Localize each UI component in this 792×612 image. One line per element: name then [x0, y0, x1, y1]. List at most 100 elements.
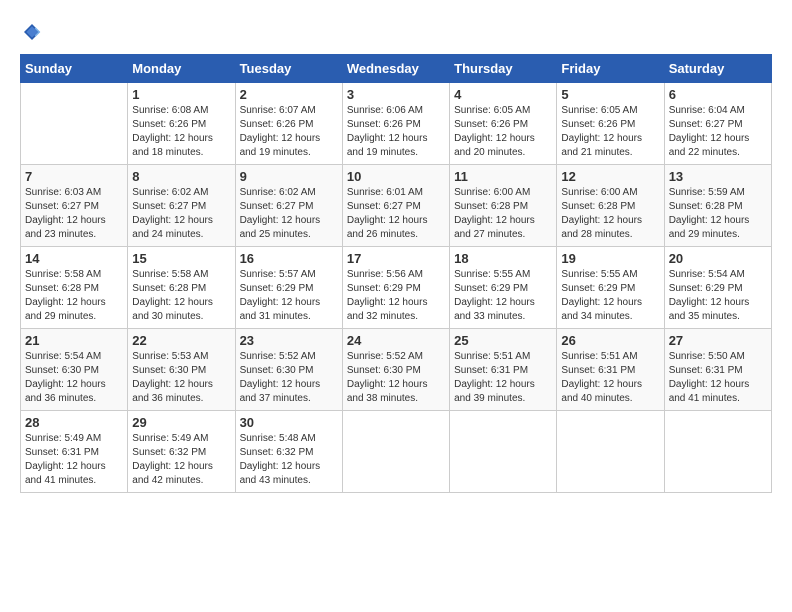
- day-info: Sunrise: 6:00 AM Sunset: 6:28 PM Dayligh…: [454, 186, 552, 242]
- calendar-cell: 2 Sunrise: 6:07 AM Sunset: 6:26 PM Daylig…: [235, 83, 342, 165]
- day-info: Sunrise: 5:48 AM Sunset: 6:32 PM Dayligh…: [240, 432, 338, 488]
- day-info: Sunrise: 5:55 AM Sunset: 6:29 PM Dayligh…: [454, 268, 552, 324]
- calendar-cell: 5 Sunrise: 6:05 AM Sunset: 6:26 PM Daylig…: [557, 83, 664, 165]
- day-info: Sunrise: 6:06 AM Sunset: 6:26 PM Dayligh…: [347, 104, 445, 160]
- day-number: 12: [561, 169, 659, 184]
- weekday-header-saturday: Saturday: [664, 55, 771, 83]
- day-info: Sunrise: 5:51 AM Sunset: 6:31 PM Dayligh…: [561, 350, 659, 406]
- calendar-cell: 27 Sunrise: 5:50 AM Sunset: 6:31 PM Dayli…: [664, 329, 771, 411]
- day-number: 21: [25, 333, 123, 348]
- calendar-cell: 3 Sunrise: 6:06 AM Sunset: 6:26 PM Daylig…: [342, 83, 449, 165]
- day-info: Sunrise: 6:02 AM Sunset: 6:27 PM Dayligh…: [132, 186, 230, 242]
- day-number: 11: [454, 169, 552, 184]
- day-info: Sunrise: 6:08 AM Sunset: 6:26 PM Dayligh…: [132, 104, 230, 160]
- calendar-cell: 18 Sunrise: 5:55 AM Sunset: 6:29 PM Dayli…: [450, 247, 557, 329]
- calendar-cell: [557, 411, 664, 493]
- day-number: 15: [132, 251, 230, 266]
- day-info: Sunrise: 5:52 AM Sunset: 6:30 PM Dayligh…: [240, 350, 338, 406]
- day-number: 26: [561, 333, 659, 348]
- day-number: 2: [240, 87, 338, 102]
- calendar-cell: [664, 411, 771, 493]
- day-info: Sunrise: 5:54 AM Sunset: 6:30 PM Dayligh…: [25, 350, 123, 406]
- day-info: Sunrise: 5:50 AM Sunset: 6:31 PM Dayligh…: [669, 350, 767, 406]
- calendar-week-2: 14 Sunrise: 5:58 AM Sunset: 6:28 PM Dayli…: [21, 247, 772, 329]
- day-info: Sunrise: 6:07 AM Sunset: 6:26 PM Dayligh…: [240, 104, 338, 160]
- calendar-cell: 23 Sunrise: 5:52 AM Sunset: 6:30 PM Dayli…: [235, 329, 342, 411]
- day-number: 14: [25, 251, 123, 266]
- weekday-header-friday: Friday: [557, 55, 664, 83]
- weekday-header-row: SundayMondayTuesdayWednesdayThursdayFrid…: [21, 55, 772, 83]
- calendar-header: SundayMondayTuesdayWednesdayThursdayFrid…: [21, 55, 772, 83]
- calendar-cell: 26 Sunrise: 5:51 AM Sunset: 6:31 PM Dayli…: [557, 329, 664, 411]
- weekday-header-wednesday: Wednesday: [342, 55, 449, 83]
- calendar-cell: 1 Sunrise: 6:08 AM Sunset: 6:26 PM Daylig…: [128, 83, 235, 165]
- day-info: Sunrise: 5:58 AM Sunset: 6:28 PM Dayligh…: [132, 268, 230, 324]
- calendar-cell: 10Sunrise: 6:01 AM Sunset: 6:27 PM Dayli…: [342, 165, 449, 247]
- day-number: 16: [240, 251, 338, 266]
- calendar-cell: 6Sunrise: 6:04 AM Sunset: 6:27 PM Daylig…: [664, 83, 771, 165]
- calendar-cell: 11 Sunrise: 6:00 AM Sunset: 6:28 PM Dayli…: [450, 165, 557, 247]
- day-number: 5: [561, 87, 659, 102]
- day-info: Sunrise: 5:49 AM Sunset: 6:31 PM Dayligh…: [25, 432, 123, 488]
- day-number: 3: [347, 87, 445, 102]
- calendar-table: SundayMondayTuesdayWednesdayThursdayFrid…: [20, 54, 772, 493]
- calendar-cell: 24 Sunrise: 5:52 AM Sunset: 6:30 PM Dayli…: [342, 329, 449, 411]
- calendar-cell: 19Sunrise: 5:55 AM Sunset: 6:29 PM Dayli…: [557, 247, 664, 329]
- day-info: Sunrise: 5:49 AM Sunset: 6:32 PM Dayligh…: [132, 432, 230, 488]
- calendar-cell: 20Sunrise: 5:54 AM Sunset: 6:29 PM Dayli…: [664, 247, 771, 329]
- weekday-header-monday: Monday: [128, 55, 235, 83]
- calendar-cell: 13 Sunrise: 5:59 AM Sunset: 6:28 PM Dayli…: [664, 165, 771, 247]
- calendar-cell: 16 Sunrise: 5:57 AM Sunset: 6:29 PM Dayli…: [235, 247, 342, 329]
- calendar-cell: 29 Sunrise: 5:49 AM Sunset: 6:32 PM Dayli…: [128, 411, 235, 493]
- day-number: 22: [132, 333, 230, 348]
- day-info: Sunrise: 5:51 AM Sunset: 6:31 PM Dayligh…: [454, 350, 552, 406]
- day-info: Sunrise: 5:59 AM Sunset: 6:28 PM Dayligh…: [669, 186, 767, 242]
- day-info: Sunrise: 5:58 AM Sunset: 6:28 PM Dayligh…: [25, 268, 123, 324]
- day-info: Sunrise: 6:02 AM Sunset: 6:27 PM Dayligh…: [240, 186, 338, 242]
- day-number: 18: [454, 251, 552, 266]
- calendar-cell: 15 Sunrise: 5:58 AM Sunset: 6:28 PM Dayli…: [128, 247, 235, 329]
- day-number: 28: [25, 415, 123, 430]
- calendar-cell: 28 Sunrise: 5:49 AM Sunset: 6:31 PM Dayli…: [21, 411, 128, 493]
- day-info: Sunrise: 6:05 AM Sunset: 6:26 PM Dayligh…: [561, 104, 659, 160]
- day-number: 7: [25, 169, 123, 184]
- day-number: 29: [132, 415, 230, 430]
- weekday-header-thursday: Thursday: [450, 55, 557, 83]
- calendar-cell: 14 Sunrise: 5:58 AM Sunset: 6:28 PM Dayli…: [21, 247, 128, 329]
- calendar-cell: 12Sunrise: 6:00 AM Sunset: 6:28 PM Dayli…: [557, 165, 664, 247]
- day-number: 23: [240, 333, 338, 348]
- calendar-cell: 8 Sunrise: 6:02 AM Sunset: 6:27 PM Daylig…: [128, 165, 235, 247]
- day-info: Sunrise: 6:05 AM Sunset: 6:26 PM Dayligh…: [454, 104, 552, 160]
- day-number: 13: [669, 169, 767, 184]
- day-number: 30: [240, 415, 338, 430]
- calendar-week-3: 21 Sunrise: 5:54 AM Sunset: 6:30 PM Dayli…: [21, 329, 772, 411]
- calendar-week-0: 1 Sunrise: 6:08 AM Sunset: 6:26 PM Daylig…: [21, 83, 772, 165]
- logo-icon: [20, 20, 44, 44]
- day-info: Sunrise: 6:03 AM Sunset: 6:27 PM Dayligh…: [25, 186, 123, 242]
- day-number: 19: [561, 251, 659, 266]
- day-number: 4: [454, 87, 552, 102]
- calendar-cell: [450, 411, 557, 493]
- day-number: 24: [347, 333, 445, 348]
- day-info: Sunrise: 5:52 AM Sunset: 6:30 PM Dayligh…: [347, 350, 445, 406]
- day-number: 20: [669, 251, 767, 266]
- day-number: 1: [132, 87, 230, 102]
- calendar-week-4: 28 Sunrise: 5:49 AM Sunset: 6:31 PM Dayli…: [21, 411, 772, 493]
- weekday-header-tuesday: Tuesday: [235, 55, 342, 83]
- day-number: 25: [454, 333, 552, 348]
- day-number: 9: [240, 169, 338, 184]
- day-number: 17: [347, 251, 445, 266]
- calendar-cell: 21 Sunrise: 5:54 AM Sunset: 6:30 PM Dayli…: [21, 329, 128, 411]
- calendar-cell: [342, 411, 449, 493]
- day-number: 10: [347, 169, 445, 184]
- day-info: Sunrise: 5:57 AM Sunset: 6:29 PM Dayligh…: [240, 268, 338, 324]
- day-number: 27: [669, 333, 767, 348]
- calendar-week-1: 7 Sunrise: 6:03 AM Sunset: 6:27 PM Daylig…: [21, 165, 772, 247]
- calendar-cell: 7 Sunrise: 6:03 AM Sunset: 6:27 PM Daylig…: [21, 165, 128, 247]
- day-number: 8: [132, 169, 230, 184]
- day-number: 6: [669, 87, 767, 102]
- day-info: Sunrise: 5:56 AM Sunset: 6:29 PM Dayligh…: [347, 268, 445, 324]
- calendar-cell: 30 Sunrise: 5:48 AM Sunset: 6:32 PM Dayli…: [235, 411, 342, 493]
- weekday-header-sunday: Sunday: [21, 55, 128, 83]
- calendar-cell: [21, 83, 128, 165]
